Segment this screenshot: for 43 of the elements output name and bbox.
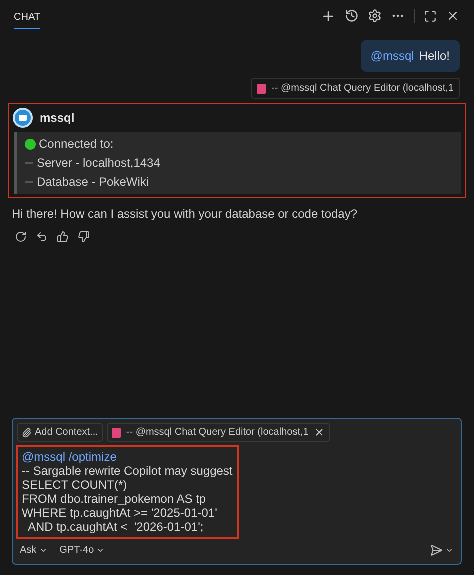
add-context-button[interactable]: Add Context... bbox=[17, 423, 104, 442]
chat-tab[interactable]: CHAT bbox=[14, 4, 40, 28]
remove-icon[interactable] bbox=[314, 427, 325, 438]
thumbs-down-icon[interactable] bbox=[78, 231, 90, 243]
thumbs-up-icon[interactable] bbox=[57, 231, 69, 243]
attachment-chip[interactable]: -- @mssql Chat Query Editor (localhost,1 bbox=[107, 423, 330, 442]
model-dropdown[interactable]: GPT-4o bbox=[60, 543, 106, 558]
settings-icon[interactable] bbox=[368, 9, 382, 23]
status-title: Connected to: bbox=[39, 136, 114, 153]
status-item: Server - localhost,1434 bbox=[37, 155, 160, 172]
prompt-line: -- Sargable rewrite Copilot may suggest bbox=[22, 464, 233, 478]
maximize-icon[interactable] bbox=[424, 10, 437, 22]
agent-avatar-icon bbox=[13, 108, 33, 128]
dash-icon bbox=[25, 162, 33, 164]
dash-icon bbox=[25, 181, 33, 183]
prompt-line: AND tp.caughtAt < '2026-01-01'; bbox=[27, 520, 205, 534]
prompt-text-area[interactable]: @mssql /optimize -- Sargable rewrite Copilot may suggest SELECT COUNT(*) FROM dbo.trainer_pokemon AS tp WHERE tp.caughtAt >= '2025-01-01' AND tp.caughtAt < '2026-01-01'; bbox=[16, 445, 239, 539]
file-icon bbox=[112, 428, 122, 438]
chevron-down-icon bbox=[38, 546, 48, 555]
file-icon bbox=[256, 84, 266, 94]
new-chat-icon[interactable] bbox=[321, 8, 336, 24]
send-icon[interactable] bbox=[430, 544, 443, 557]
message-text: Hello! bbox=[419, 48, 450, 65]
reference-chip[interactable]: -- @mssql Chat Query Editor (localhost,1 bbox=[250, 78, 460, 99]
reference-text: -- @mssql Chat Query Editor (localhost,1 bbox=[272, 82, 454, 96]
prompt-line: SELECT COUNT(*) bbox=[22, 478, 128, 492]
prompt-line: WHERE tp.caughtAt >= '2025-01-01' bbox=[22, 506, 218, 520]
chevron-down-icon[interactable] bbox=[445, 546, 454, 555]
response-text: Hi there! How can I assist you with your database or code today? bbox=[12, 206, 359, 223]
agent-name: mssql bbox=[40, 110, 75, 127]
command-text: @mssql /optimize bbox=[22, 450, 118, 464]
status-item: Database - PokeWiki bbox=[37, 174, 150, 191]
chevron-down-icon bbox=[96, 546, 106, 555]
retry-icon[interactable] bbox=[15, 231, 27, 243]
attachment-text: -- @mssql Chat Query Editor (localhost,1 bbox=[126, 426, 309, 440]
paperclip-icon bbox=[22, 428, 32, 438]
prompt-line: FROM dbo.trainer_pokemon AS tp bbox=[22, 492, 208, 506]
history-icon[interactable] bbox=[345, 9, 359, 23]
chat-input-box[interactable] bbox=[12, 418, 462, 565]
close-icon[interactable] bbox=[446, 9, 460, 23]
mention-text: @mssql bbox=[370, 48, 414, 65]
undo-icon[interactable] bbox=[36, 231, 48, 243]
mode-dropdown[interactable]: Ask bbox=[20, 543, 48, 558]
